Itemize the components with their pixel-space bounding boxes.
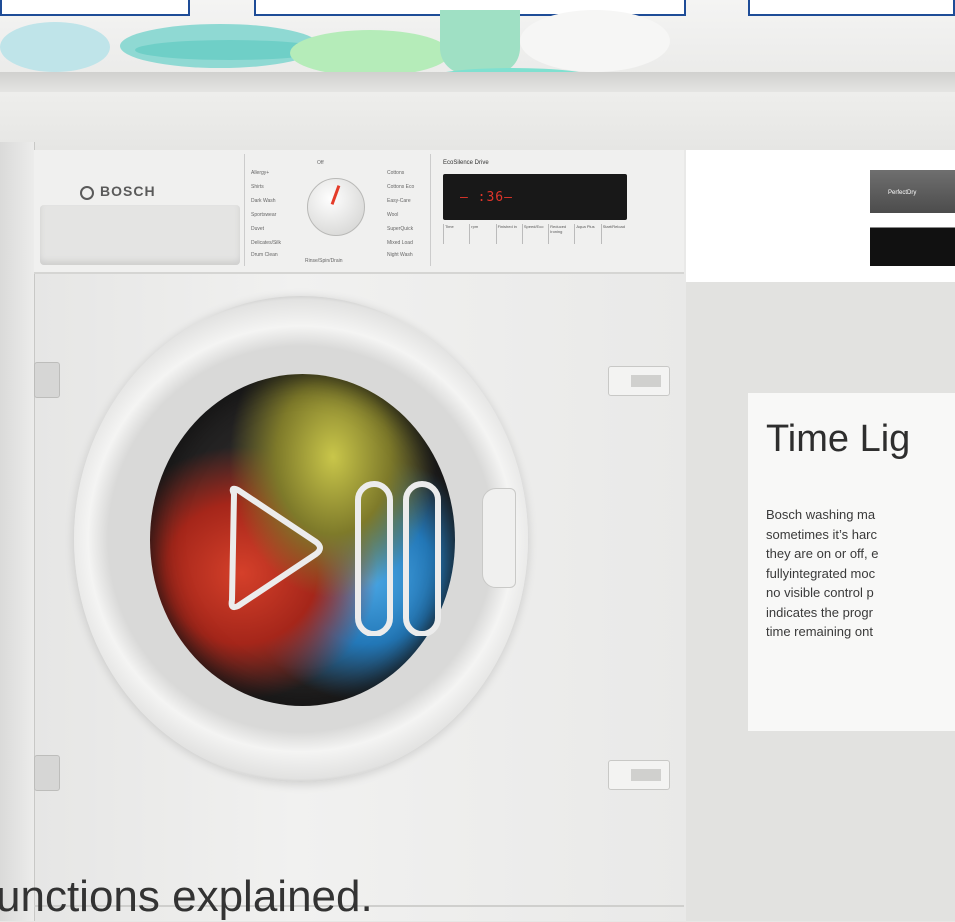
bowl-green [290,30,450,76]
card-body: Bosch washing ma sometimes it’s harc the… [766,505,955,642]
program-label: Mixed Load [387,240,413,246]
cabinet-front [0,92,955,150]
nav-box-right[interactable] [748,0,955,16]
shelf [0,72,955,92]
function-button[interactable]: Finished in [495,224,522,244]
program-label: Cottons Eco [387,184,415,190]
function-button[interactable]: Speed/Eco [521,224,548,244]
function-buttons: Time rpm Finished in Speed/Eco Reduced I… [443,224,627,244]
bosch-logo-icon [80,186,94,200]
latch-lower [608,760,670,790]
hinge-upper [34,362,60,398]
program-label: Wool [387,212,399,218]
program-label: Shirts [251,184,264,190]
program-label-rinse: Rinse/Spin/Drain [305,258,343,264]
program-label: Allergy+ [251,170,270,176]
function-button[interactable]: Time [443,224,469,244]
function-button[interactable]: Start/Reload [600,224,627,244]
nav-box-left[interactable] [0,0,190,16]
dryer-control-panel [870,170,955,266]
card-body-line: sometimes it’s harc [766,526,878,542]
cabinet-door-panel [0,142,35,921]
program-label: Drum Clean [251,252,278,258]
program-label: SuperQuick [387,226,414,232]
card-body-line: indicates the progr [766,604,873,620]
door-handle[interactable] [482,488,516,588]
program-label: Delicates/Silk [251,240,282,246]
program-dial[interactable] [307,178,365,236]
card-body-line: Bosch washing ma [766,507,876,522]
program-label: Easy-Care [387,198,411,204]
card-body-line: time remaining ont [766,624,873,639]
function-button[interactable]: Aqua Plus [574,224,600,244]
program-label: Night Wash [387,252,413,258]
card-body-line: no visible control p [766,585,874,600]
dryer-panel-label: PerfectDry [888,190,917,196]
card-body-line: they are on or off, e [766,546,879,561]
cup-left [0,22,110,72]
display-title: EcoSilence Drive [443,160,489,166]
program-label: Sportswear [251,212,277,218]
program-label-off: Off [317,160,324,166]
latch-upper [608,366,670,396]
display-readout: – :36– [460,190,513,205]
bowl-white [520,10,670,72]
hinge-lower [34,755,60,791]
play-pause-icon[interactable] [220,476,450,636]
detergent-drawer[interactable] [40,205,240,265]
card-title: Time Lig [766,418,911,460]
card-body-line: fullyintegrated moc [766,565,876,581]
cup-green [440,10,520,74]
function-button[interactable]: Reduced Ironing [548,224,574,244]
program-label: Dark Wash [251,198,276,204]
brand-label: BOSCH [100,183,156,199]
program-label: Duvet [251,226,265,232]
program-label: Cottons [387,170,405,176]
function-button[interactable]: rpm [469,224,495,244]
section-headline: unctions explained. [0,872,373,921]
